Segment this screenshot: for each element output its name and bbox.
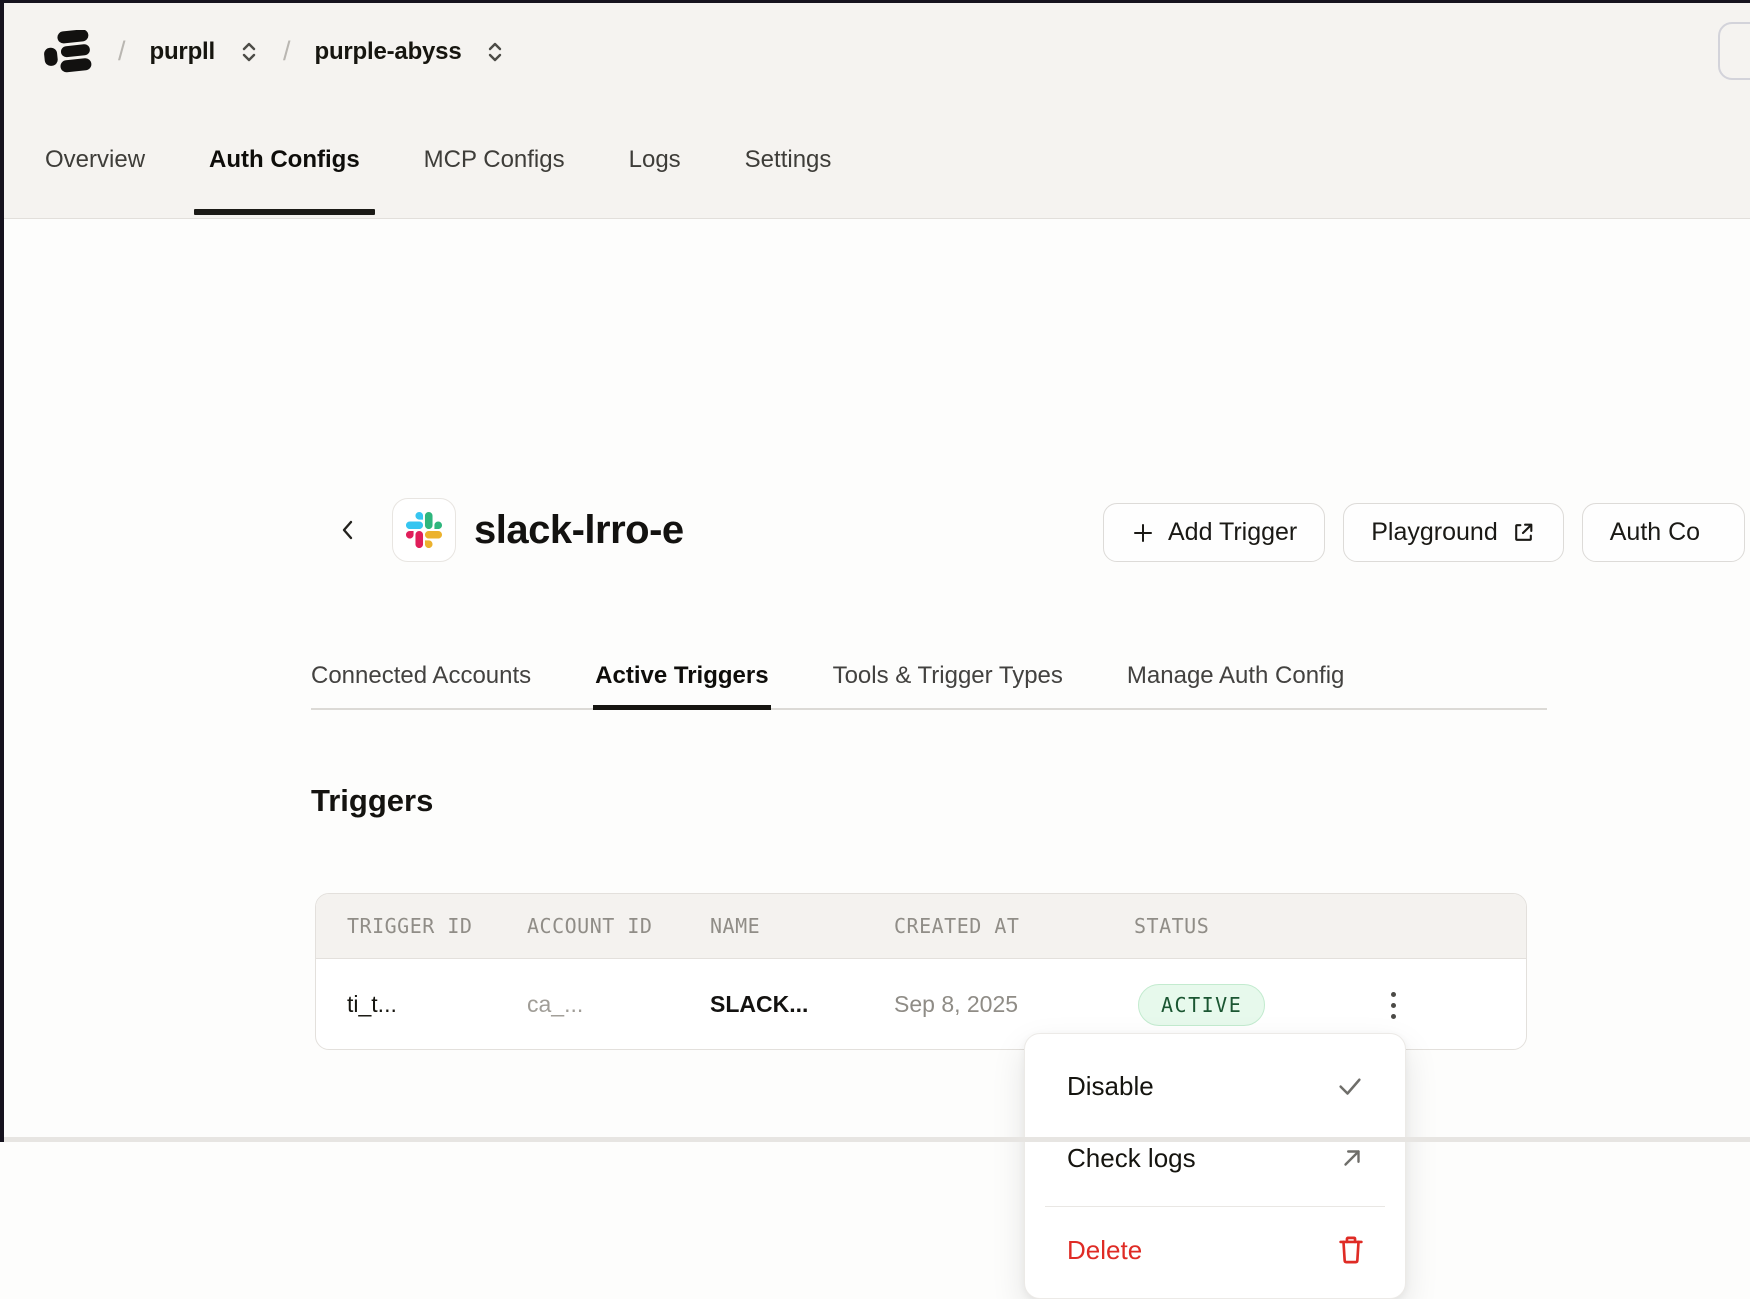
window-edge-left xyxy=(0,0,4,1142)
cell-account-id: ca_... xyxy=(527,959,583,1050)
subtab-active-triggers[interactable]: Active Triggers xyxy=(595,644,768,708)
auth-config-label: Auth Co xyxy=(1610,518,1700,547)
subtab-label: Manage Auth Config xyxy=(1127,662,1345,690)
top-right-partial-button[interactable] xyxy=(1718,22,1750,80)
trash-icon xyxy=(1337,1235,1365,1265)
column-header-name: NAME xyxy=(710,894,760,959)
tab-auth-configs[interactable]: Auth Configs xyxy=(209,100,360,219)
main-content: slack-lrro-e Add Trigger Playground Auth… xyxy=(4,220,1750,1142)
cell-created-at: Sep 8, 2025 xyxy=(894,959,1018,1050)
tab-label: Overview xyxy=(45,146,145,174)
app-header: / purpll / purple-abyss Overview Auth Co… xyxy=(0,0,1750,219)
subtab-tools-trigger-types[interactable]: Tools & Trigger Types xyxy=(833,644,1063,708)
menu-divider xyxy=(1045,1206,1385,1207)
breadcrumb-separator: / xyxy=(118,36,126,67)
status-badge: ACTIVE xyxy=(1138,984,1265,1026)
window-edge-top xyxy=(0,0,1750,3)
row-actions-kebab-button[interactable] xyxy=(1374,980,1412,1030)
subtab-label: Tools & Trigger Types xyxy=(833,662,1063,690)
org-switcher-chevron-icon[interactable] xyxy=(239,40,259,64)
toolkit-icon-box xyxy=(392,498,456,562)
topbar: / purpll / purple-abyss xyxy=(4,3,1750,100)
row-context-menu: Disable Check logs Delete xyxy=(1024,1033,1406,1299)
add-trigger-button[interactable]: Add Trigger xyxy=(1103,503,1325,562)
delete-label: Delete xyxy=(1067,1235,1142,1266)
cell-name: SLACK... xyxy=(710,959,808,1050)
subtab-connected-accounts[interactable]: Connected Accounts xyxy=(311,644,531,708)
check-logs-label: Check logs xyxy=(1067,1143,1196,1174)
playground-label: Playground xyxy=(1371,518,1497,547)
external-link-icon xyxy=(1511,520,1536,545)
menu-item-check-logs[interactable]: Check logs xyxy=(1025,1122,1405,1194)
breadcrumb-separator: / xyxy=(283,36,291,67)
triggers-heading: Triggers xyxy=(311,783,433,819)
composio-logo-icon[interactable] xyxy=(44,30,92,74)
main-nav-tabs: Overview Auth Configs MCP Configs Logs S… xyxy=(4,100,1750,219)
breadcrumb: / purpll / purple-abyss xyxy=(118,36,505,67)
cell-trigger-id: ti_t... xyxy=(347,959,397,1050)
column-header-trigger-id: TRIGGER ID xyxy=(347,894,472,959)
tab-logs[interactable]: Logs xyxy=(629,100,681,219)
disable-label: Disable xyxy=(1067,1071,1154,1102)
auth-config-button[interactable]: Auth Co xyxy=(1582,503,1745,562)
project-switcher-chevron-icon[interactable] xyxy=(485,40,505,64)
triggers-table: TRIGGER ID ACCOUNT ID NAME CREATED AT ST… xyxy=(315,893,1527,1050)
column-header-created-at: CREATED AT xyxy=(894,894,1019,959)
add-trigger-label: Add Trigger xyxy=(1168,518,1297,547)
check-icon xyxy=(1335,1071,1365,1101)
table-header-row: TRIGGER ID ACCOUNT ID NAME CREATED AT ST… xyxy=(316,894,1526,959)
arrow-up-right-icon xyxy=(1339,1145,1365,1171)
tab-label: Logs xyxy=(629,146,681,174)
subtab-label: Active Triggers xyxy=(595,662,768,690)
column-header-account-id: ACCOUNT ID xyxy=(527,894,652,959)
plus-icon xyxy=(1131,521,1155,545)
active-tab-underline xyxy=(194,209,375,215)
back-button[interactable] xyxy=(330,510,366,550)
menu-item-disable[interactable]: Disable xyxy=(1025,1050,1405,1122)
toolkit-sub-tabs: Connected Accounts Active Triggers Tools… xyxy=(311,644,1547,710)
active-subtab-underline xyxy=(593,705,770,710)
breadcrumb-org[interactable]: purpll xyxy=(150,38,215,66)
tab-label: MCP Configs xyxy=(424,146,565,174)
breadcrumb-project[interactable]: purple-abyss xyxy=(315,38,462,66)
tab-mcp-configs[interactable]: MCP Configs xyxy=(424,100,565,219)
tab-settings[interactable]: Settings xyxy=(745,100,832,219)
tab-label: Settings xyxy=(745,146,832,174)
column-header-status: STATUS xyxy=(1134,894,1209,959)
menu-item-delete[interactable]: Delete xyxy=(1025,1220,1405,1280)
window-edge-bottom xyxy=(4,1137,1750,1142)
subtab-manage-auth-config[interactable]: Manage Auth Config xyxy=(1127,644,1345,708)
tab-overview[interactable]: Overview xyxy=(45,100,145,219)
subtab-label: Connected Accounts xyxy=(311,662,531,690)
toolkit-actions: Add Trigger Playground Auth Co xyxy=(1103,503,1745,562)
page-title: slack-lrro-e xyxy=(474,508,684,553)
slack-icon xyxy=(406,512,442,548)
tab-label: Auth Configs xyxy=(209,146,360,174)
playground-button[interactable]: Playground xyxy=(1343,503,1563,562)
